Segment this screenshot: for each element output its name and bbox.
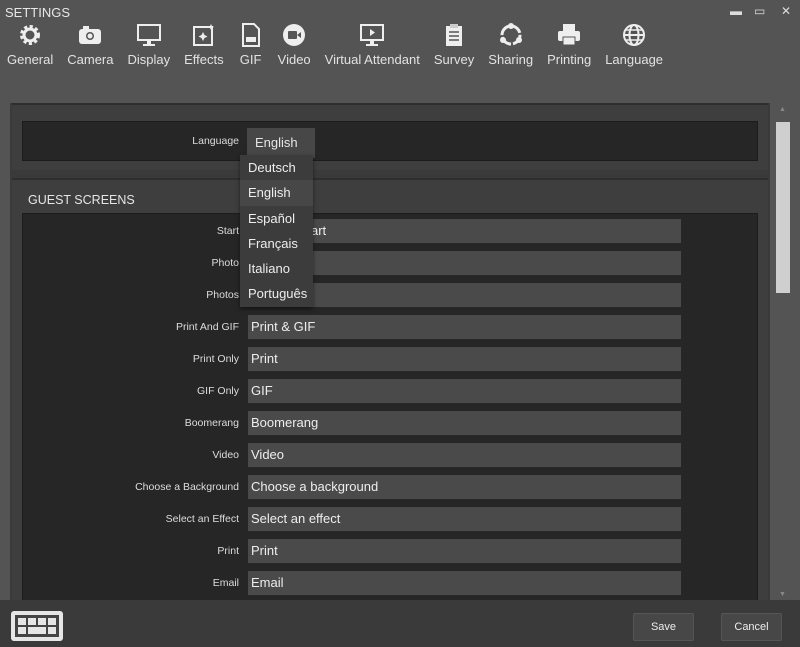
field-label: Photos	[206, 289, 239, 301]
keyboard-icon[interactable]	[11, 611, 63, 641]
tab-label: Display	[127, 52, 171, 67]
tab-display[interactable]: Display	[121, 22, 178, 72]
tab-label: Printing	[547, 52, 592, 67]
tab-virtual-attendant[interactable]: Virtual Attendant	[318, 22, 427, 72]
field-label: Print And GIF	[175, 321, 239, 333]
tab-general[interactable]: General	[0, 22, 60, 72]
language-option[interactable]: Italiano	[240, 256, 313, 281]
tab-label: GIF	[239, 52, 262, 67]
field-label: Choose a Background	[135, 481, 239, 493]
cancel-button[interactable]: Cancel	[721, 613, 782, 641]
tab-label: Language	[605, 52, 664, 67]
tab-label: Effects	[184, 52, 224, 67]
virtual-attendant-icon	[360, 24, 385, 46]
tab-label: General	[7, 52, 54, 67]
gif-file-icon	[241, 23, 260, 47]
field-label: Start	[216, 225, 239, 237]
language-label: Language	[192, 135, 239, 147]
sharing-icon	[499, 23, 522, 46]
field-input-choose-a-background[interactable]: Choose a background	[248, 475, 681, 499]
field-input-boomerang[interactable]: Boomerang	[248, 411, 681, 435]
scrollbar[interactable]: ▲ ▼	[775, 103, 792, 600]
field-label: Print	[217, 545, 239, 557]
tab-survey[interactable]: Survey	[427, 22, 481, 72]
language-option[interactable]: Español	[240, 206, 313, 231]
field-label: Boomerang	[184, 417, 239, 429]
guest-screens-section: GUEST SCREENS Start art Photo Photos Print A…	[12, 178, 768, 600]
window-title: SETTINGS	[5, 5, 71, 20]
tab-language[interactable]: Language	[598, 22, 670, 72]
scroll-up-icon[interactable]: ▲	[779, 106, 786, 113]
tab-label: Survey	[433, 52, 475, 67]
language-option[interactable]: Português	[240, 281, 313, 306]
language-option[interactable]: English	[240, 180, 313, 206]
printer-icon	[558, 24, 581, 46]
section-title: GUEST SCREENS	[28, 193, 135, 207]
field-label: Photo	[211, 257, 239, 269]
tab-label: Virtual Attendant	[324, 52, 420, 67]
footer: Save Cancel	[0, 600, 800, 647]
tab-video[interactable]: Video	[271, 22, 318, 72]
field-input-select-an-effect[interactable]: Select an effect	[248, 507, 681, 531]
clipboard-icon	[446, 24, 463, 46]
language-section: Language English ▼	[12, 103, 768, 170]
camera-icon	[79, 26, 102, 44]
field-label: Video	[212, 449, 239, 461]
field-input-gif-only[interactable]: GIF	[248, 379, 681, 403]
tab-printing[interactable]: Printing	[540, 22, 598, 72]
language-option[interactable]: Français	[240, 231, 313, 256]
language-option[interactable]: Deutsch	[240, 155, 313, 180]
tab-sharing[interactable]: Sharing	[481, 22, 540, 72]
tab-label: Video	[277, 52, 311, 67]
settings-tabs: General Camera Display Effects GIF Video Virtu…	[0, 22, 670, 72]
tab-effects[interactable]: Effects	[177, 22, 231, 72]
field-label: Email	[212, 577, 239, 589]
settings-content: Language English ▼ GUEST SCREENS Startar…	[10, 103, 770, 600]
language-dropdown-menu: Deutsch English Español Français Italiano Por…	[240, 155, 313, 307]
globe-icon	[623, 24, 646, 46]
tab-camera[interactable]: Camera	[60, 22, 120, 72]
close-button[interactable]: ✕	[781, 4, 791, 18]
effects-icon	[192, 24, 214, 46]
field-label: GIF Only	[196, 385, 239, 397]
language-dropdown[interactable]: English ▼	[247, 128, 315, 164]
field-input-video[interactable]: Video	[248, 443, 681, 467]
field-label: Select an Effect	[165, 513, 239, 525]
minimize-button[interactable]: ▬	[730, 4, 742, 18]
video-icon	[283, 24, 306, 46]
field-input-print-and-gif[interactable]: Print & GIF	[248, 315, 681, 339]
gear-icon	[20, 25, 41, 45]
field-input-print[interactable]: Print	[248, 539, 681, 563]
scrollbar-thumb[interactable]	[776, 122, 790, 293]
scroll-down-icon[interactable]: ▼	[779, 591, 786, 598]
field-input-email[interactable]: Email	[248, 571, 681, 595]
tab-label: Sharing	[488, 52, 534, 67]
tab-label: Camera	[67, 52, 114, 67]
save-button[interactable]: Save	[633, 613, 694, 641]
tab-gif[interactable]: GIF	[231, 22, 271, 72]
monitor-icon	[136, 24, 161, 46]
field-label: Print Only	[192, 353, 239, 365]
maximize-button[interactable]: ▭	[754, 4, 765, 18]
field-input-print-only[interactable]: Print	[248, 347, 681, 371]
